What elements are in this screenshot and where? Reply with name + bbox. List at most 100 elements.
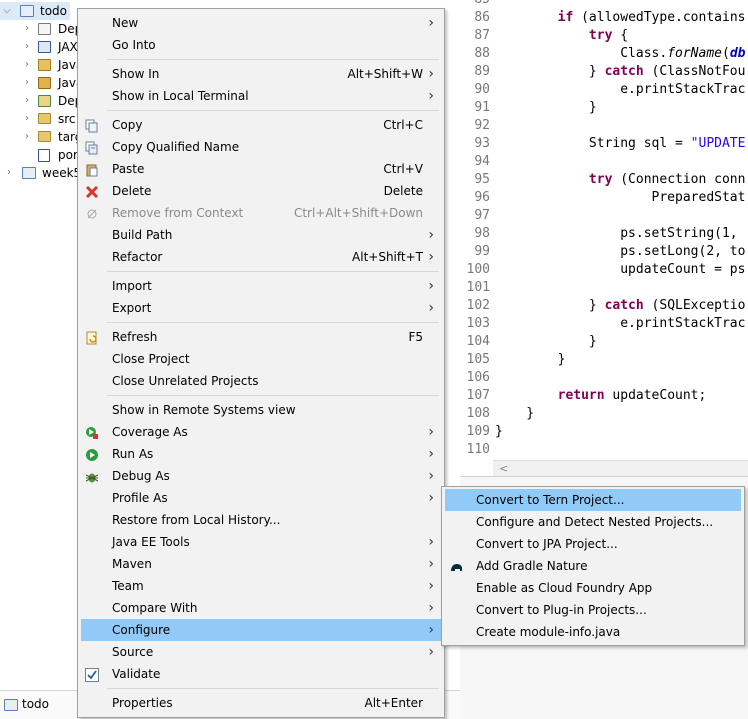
code-line[interactable]: } catch (ClassNotFou <box>495 63 746 81</box>
tree-item[interactable]: › week5 <box>0 164 81 182</box>
chevron-right-icon[interactable]: › <box>22 92 32 110</box>
submenu-item-convert-to-jpa-project[interactable]: Convert to JPA Project... <box>445 533 741 555</box>
submenu-item-enable-as-cloud-foundry-app[interactable]: Enable as Cloud Foundry App <box>445 577 741 599</box>
menu-separator <box>107 688 439 689</box>
code-line[interactable]: return updateCount; <box>495 387 707 405</box>
code-line[interactable]: String sql = "UPDATE <box>495 135 746 153</box>
code-line[interactable]: PreparedStat <box>495 189 746 207</box>
menu-item-java-ee-tools[interactable]: Java EE Tools › <box>81 531 441 553</box>
code-line[interactable]: Class.forName(db <box>495 45 745 63</box>
submenu-item-create-module-info-java[interactable]: Create module-info.java <box>445 621 741 643</box>
code-line[interactable]: } <box>495 423 503 441</box>
submenu-item-configure-and-detect-nested-projects[interactable]: Configure and Detect Nested Projects... <box>445 511 741 533</box>
chevron-right-icon[interactable]: › <box>22 20 32 38</box>
menu-item-run-as[interactable]: Run As › <box>81 443 441 465</box>
chevron-down-icon[interactable]: ⌵ <box>2 2 12 20</box>
code-editor[interactable]: 85 86 87 88 89 90 91 92 93 94 95 96 97 9… <box>460 0 748 460</box>
menu-item-export[interactable]: Export › <box>81 297 441 319</box>
menu-item-compare-with[interactable]: Compare With › <box>81 597 441 619</box>
code-line[interactable]: } <box>495 333 597 351</box>
menu-item-copy-qualified-name[interactable]: Copy Qualified Name <box>81 136 441 158</box>
code-line[interactable]: } catch (SQLExceptio <box>495 297 746 315</box>
menu-item-paste[interactable]: Paste Ctrl+V <box>81 158 441 180</box>
menu-item-properties[interactable]: Properties Alt+Enter <box>81 692 441 714</box>
tree-item[interactable]: › Java <box>0 56 83 74</box>
menu-item-build-path[interactable]: Build Path › <box>81 224 441 246</box>
menu-item-source[interactable]: Source › <box>81 641 441 663</box>
chevron-right-icon: › <box>428 66 434 82</box>
menu-item-shortcut: Ctrl+V <box>383 162 423 176</box>
menu-item-label: Debug As <box>112 469 170 483</box>
menu-item-restore-from-local-history[interactable]: Restore from Local History... <box>81 509 441 531</box>
submenu-item-label: Configure and Detect Nested Projects... <box>476 515 714 529</box>
code-line[interactable]: if (allowedType.contains <box>495 9 746 27</box>
code-line[interactable]: e.printStackTrac <box>495 315 745 333</box>
chevron-right-icon[interactable]: › <box>22 110 32 128</box>
menu-item-shortcut: Alt+Enter <box>364 696 423 710</box>
submenu-item-label: Add Gradle Nature <box>476 559 588 573</box>
delete-icon <box>85 184 99 199</box>
menu-item-team[interactable]: Team › <box>81 575 441 597</box>
submenu-item-add-gradle-nature[interactable]: Add Gradle Nature <box>445 555 741 577</box>
tree-item[interactable]: pom <box>0 146 85 164</box>
tree-item[interactable]: › targ <box>0 128 82 146</box>
chevron-right-icon[interactable]: › <box>4 164 14 182</box>
chevron-right-icon[interactable]: › <box>22 74 32 92</box>
line-number: 108 <box>466 406 490 421</box>
tree-item[interactable]: › Dep <box>0 92 82 110</box>
menu-item-remove-from-context[interactable]: Remove from Context Ctrl+Alt+Shift+Down <box>81 202 441 224</box>
menu-item-debug-as[interactable]: Debug As › <box>81 465 441 487</box>
menu-item-label: Java EE Tools <box>112 535 190 549</box>
code-line[interactable]: ps.setString(1, <box>495 225 737 243</box>
menu-item-refresh[interactable]: Refresh F5 <box>81 326 441 348</box>
chevron-right-icon[interactable]: › <box>22 128 32 146</box>
submenu-item-convert-to-tern-project[interactable]: Convert to Tern Project... <box>445 489 741 511</box>
menu-item-validate[interactable]: Validate <box>81 663 441 685</box>
menu-item-show-in-local-terminal[interactable]: Show in Local Terminal › <box>81 85 441 107</box>
code-line[interactable]: try (Connection conn <box>495 171 746 189</box>
menu-item-import[interactable]: Import › <box>81 275 441 297</box>
menu-item-close-unrelated-projects[interactable]: Close Unrelated Projects <box>81 370 441 392</box>
code-line[interactable]: } <box>495 99 597 117</box>
code-line[interactable]: } <box>495 405 534 423</box>
menu-item-new[interactable]: New › <box>81 12 441 34</box>
menu-item-profile-as[interactable]: Profile As › <box>81 487 441 509</box>
coverage-icon <box>85 425 99 439</box>
menu-item-coverage-as[interactable]: Coverage As › <box>81 421 441 443</box>
menu-item-delete[interactable]: Delete Delete <box>81 180 441 202</box>
chevron-right-icon: › <box>428 424 434 440</box>
tree-item[interactable]: › JAX <box>0 38 80 56</box>
tree-item[interactable]: › src <box>0 110 80 128</box>
submenu-item-convert-to-plug-in-projects[interactable]: Convert to Plug-in Projects... <box>445 599 741 621</box>
tree-item[interactable]: › Java <box>0 74 83 92</box>
menu-item-refactor[interactable]: Refactor Alt+Shift+T › <box>81 246 441 268</box>
horizontal-scrollbar[interactable]: < <box>493 460 748 477</box>
line-number: 95 <box>474 172 490 187</box>
menu-item-label: Import <box>112 279 152 293</box>
menu-item-show-in-remote-systems-view[interactable]: Show in Remote Systems view <box>81 399 441 421</box>
chevron-right-icon[interactable]: › <box>22 56 32 74</box>
line-number: 90 <box>474 82 490 97</box>
menu-item-shortcut: Alt+Shift+T <box>352 250 423 264</box>
menu-item-copy[interactable]: Copy Ctrl+C <box>81 114 441 136</box>
menu-item-shortcut: Alt+Shift+W <box>347 67 424 81</box>
chevron-right-icon: › <box>428 600 434 616</box>
code-line[interactable]: updateCount = ps <box>495 261 745 279</box>
menu-item-close-project[interactable]: Close Project <box>81 348 441 370</box>
menu-item-label: Restore from Local History... <box>112 513 281 527</box>
code-line[interactable]: } <box>495 351 566 369</box>
chevron-right-icon[interactable]: › <box>22 38 32 56</box>
menu-item-go-into[interactable]: Go Into <box>81 34 441 56</box>
menu-item-maven[interactable]: Maven › <box>81 553 441 575</box>
menu-item-label: Refresh <box>112 330 158 344</box>
scroll-left-icon[interactable]: < <box>499 461 508 477</box>
menu-item-show-in[interactable]: Show In Alt+Shift+W › <box>81 63 441 85</box>
tree-item[interactable]: › Dep <box>0 20 82 38</box>
menu-item-configure[interactable]: Configure › <box>81 619 441 641</box>
menu-item-label: Run As <box>112 447 154 461</box>
code-line[interactable]: e.printStackTrac <box>495 81 745 99</box>
code-line[interactable]: try { <box>495 27 628 45</box>
tree-item-todo[interactable]: ⌵ todo <box>0 2 70 20</box>
code-line[interactable]: ps.setLong(2, to <box>495 243 745 261</box>
project-icon <box>22 167 36 179</box>
